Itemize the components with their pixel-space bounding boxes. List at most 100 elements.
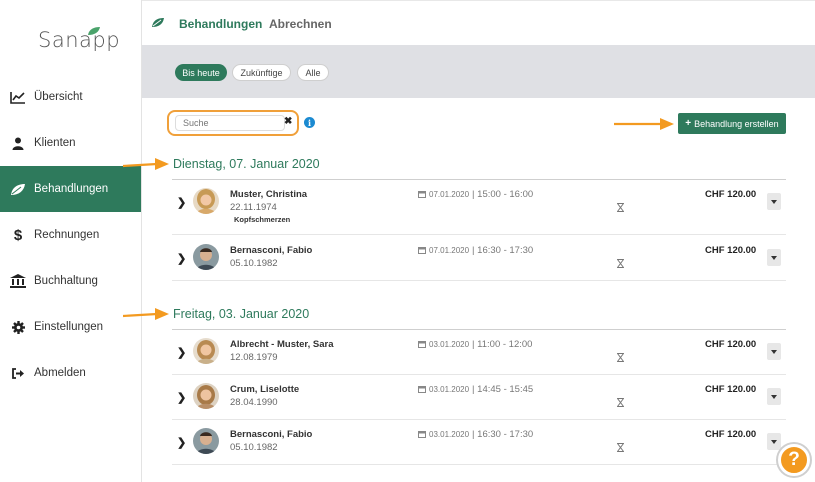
avatar [193,338,219,364]
appointment-time: 14:45 - 15:45 [477,384,534,395]
calendar-icon [418,340,426,350]
table-row: ❯ Crum, Liselotte 28.04.1990 03.01.2020 … [172,375,786,420]
user-icon [10,135,26,151]
sidebar-item-behandlungen[interactable]: Behandlungen [0,166,141,212]
row-actions-dropdown[interactable] [767,193,781,210]
sidebar-item-label: Behandlungen [34,183,109,195]
appointment-datetime: 03.01.2020 | 11:00 - 12:00 [418,339,532,350]
client-dob: 05.10.1982 [230,442,278,453]
tab-abrechnen[interactable]: Abrechnen [269,17,332,31]
table-row: ❯ Muster, Christina 22.11.1974 Kopfschme… [172,180,786,235]
row-actions-dropdown[interactable] [767,388,781,405]
sidebar-item-label: Klienten [34,137,76,149]
tab-behandlungen[interactable]: Behandlungen [179,17,262,31]
sidebar: Sanapp Übersicht Klienten Behandlungen $… [0,0,142,482]
top-bar: Behandlungen Abrechnen [142,0,815,45]
client-name[interactable]: Albrecht - Muster, Sara [230,339,333,350]
expand-chevron-icon[interactable]: ❯ [177,252,186,265]
expand-chevron-icon[interactable]: ❯ [177,346,186,359]
calendar-icon [418,190,426,200]
treatment-price: CHF 120.00 [705,429,757,440]
table-row: ❯ Bernasconi, Fabio 05.10.1982 03.01.202… [172,420,786,465]
sidebar-item-label: Einstellungen [34,321,104,333]
sidebar-item-klienten[interactable]: Klienten [0,120,141,166]
treatment-note: Kopfschmerzen [234,215,291,224]
client-name[interactable]: Bernasconi, Fabio [230,245,312,256]
filter-bar: Bis heute Zukünftige Alle [142,45,815,98]
avatar [193,428,219,454]
row-actions-dropdown[interactable] [767,433,781,450]
filter-alle[interactable]: Alle [297,64,329,81]
hourglass-icon [616,394,625,412]
expand-chevron-icon[interactable]: ❯ [177,196,186,209]
annotation-arrow-icon [614,118,674,130]
sidebar-item-abmelden[interactable]: Abmelden [0,350,141,396]
hourglass-icon [616,349,625,367]
clear-search-icon[interactable]: ✖ [284,116,292,127]
treatment-price: CHF 120.00 [705,384,757,395]
filter-bis-heute[interactable]: Bis heute [175,64,227,81]
calendar-icon [418,385,426,395]
sidebar-item-buchhaltung[interactable]: Buchhaltung [0,258,141,304]
appointment-datetime: 03.01.2020 | 16:30 - 17:30 [418,429,533,440]
leaf-icon [10,181,26,197]
client-dob: 28.04.1990 [230,397,278,408]
info-icon[interactable]: i [304,117,315,128]
treatment-price: CHF 120.00 [705,245,757,256]
row-actions-dropdown[interactable] [767,343,781,360]
appointment-date: 07.01.2020 [429,190,470,199]
avatar [193,244,219,270]
table-row: ❯ Bernasconi, Fabio 05.10.1982 07.01.202… [172,236,786,281]
filter-zukuenftige[interactable]: Zukünftige [232,64,291,81]
treatment-price: CHF 120.00 [705,189,757,200]
app-logo: Sanapp [38,28,121,52]
appointment-time: 11:00 - 12:00 [477,339,533,350]
client-dob: 12.08.1979 [230,352,278,363]
create-treatment-label: Behandlung erstellen [694,118,779,129]
calendar-icon [418,246,426,256]
appointment-datetime: 07.01.2020 | 16:30 - 17:30 [418,245,533,256]
help-button[interactable]: ? [778,444,810,476]
sign-out-icon [10,365,26,381]
appointment-time: 16:30 - 17:30 [477,429,534,440]
appointment-date: 03.01.2020 [429,340,470,349]
hourglass-icon [616,199,625,217]
gear-icon [10,319,26,335]
create-treatment-button[interactable]: + Behandlung erstellen [678,113,786,134]
search-highlight: ✖ [167,110,299,136]
appointment-time: 16:30 - 17:30 [477,245,534,256]
logo-leaf-icon [88,27,100,35]
client-name[interactable]: Muster, Christina [230,189,307,200]
appointment-datetime: 07.01.2020 | 15:00 - 16:00 [418,189,533,200]
bank-icon [10,273,26,289]
search-input[interactable] [175,115,285,131]
appointment-date: 03.01.2020 [429,430,470,439]
sidebar-item-rechnungen[interactable]: $ Rechnungen [0,212,141,258]
sidebar-item-label: Übersicht [34,91,83,103]
leaf-icon [152,18,164,27]
annotation-arrow-icon [123,158,169,170]
client-name[interactable]: Bernasconi, Fabio [230,429,312,440]
date-header: Freitag, 03. Januar 2020 [173,307,310,321]
client-name[interactable]: Crum, Liselotte [230,384,299,395]
treatment-price: CHF 120.00 [705,339,757,350]
sidebar-item-einstellungen[interactable]: Einstellungen [0,304,141,350]
chart-line-icon [10,89,26,105]
sidebar-item-label: Abmelden [34,367,86,379]
sidebar-item-uebersicht[interactable]: Übersicht [0,74,141,120]
avatar [193,188,219,214]
sidebar-item-label: Buchhaltung [34,275,98,287]
hourglass-icon [616,439,625,457]
row-actions-dropdown[interactable] [767,249,781,266]
plus-icon: + [685,118,692,129]
expand-chevron-icon[interactable]: ❯ [177,436,186,449]
avatar [193,383,219,409]
appointment-date: 07.01.2020 [429,246,470,255]
expand-chevron-icon[interactable]: ❯ [177,391,186,404]
hourglass-icon [616,255,625,273]
client-dob: 05.10.1982 [230,258,278,269]
annotation-arrow-icon [123,308,169,320]
date-header: Dienstag, 07. Januar 2020 [173,157,320,171]
appointment-date: 03.01.2020 [429,385,470,394]
table-row: ❯ Albrecht - Muster, Sara 12.08.1979 03.… [172,330,786,375]
